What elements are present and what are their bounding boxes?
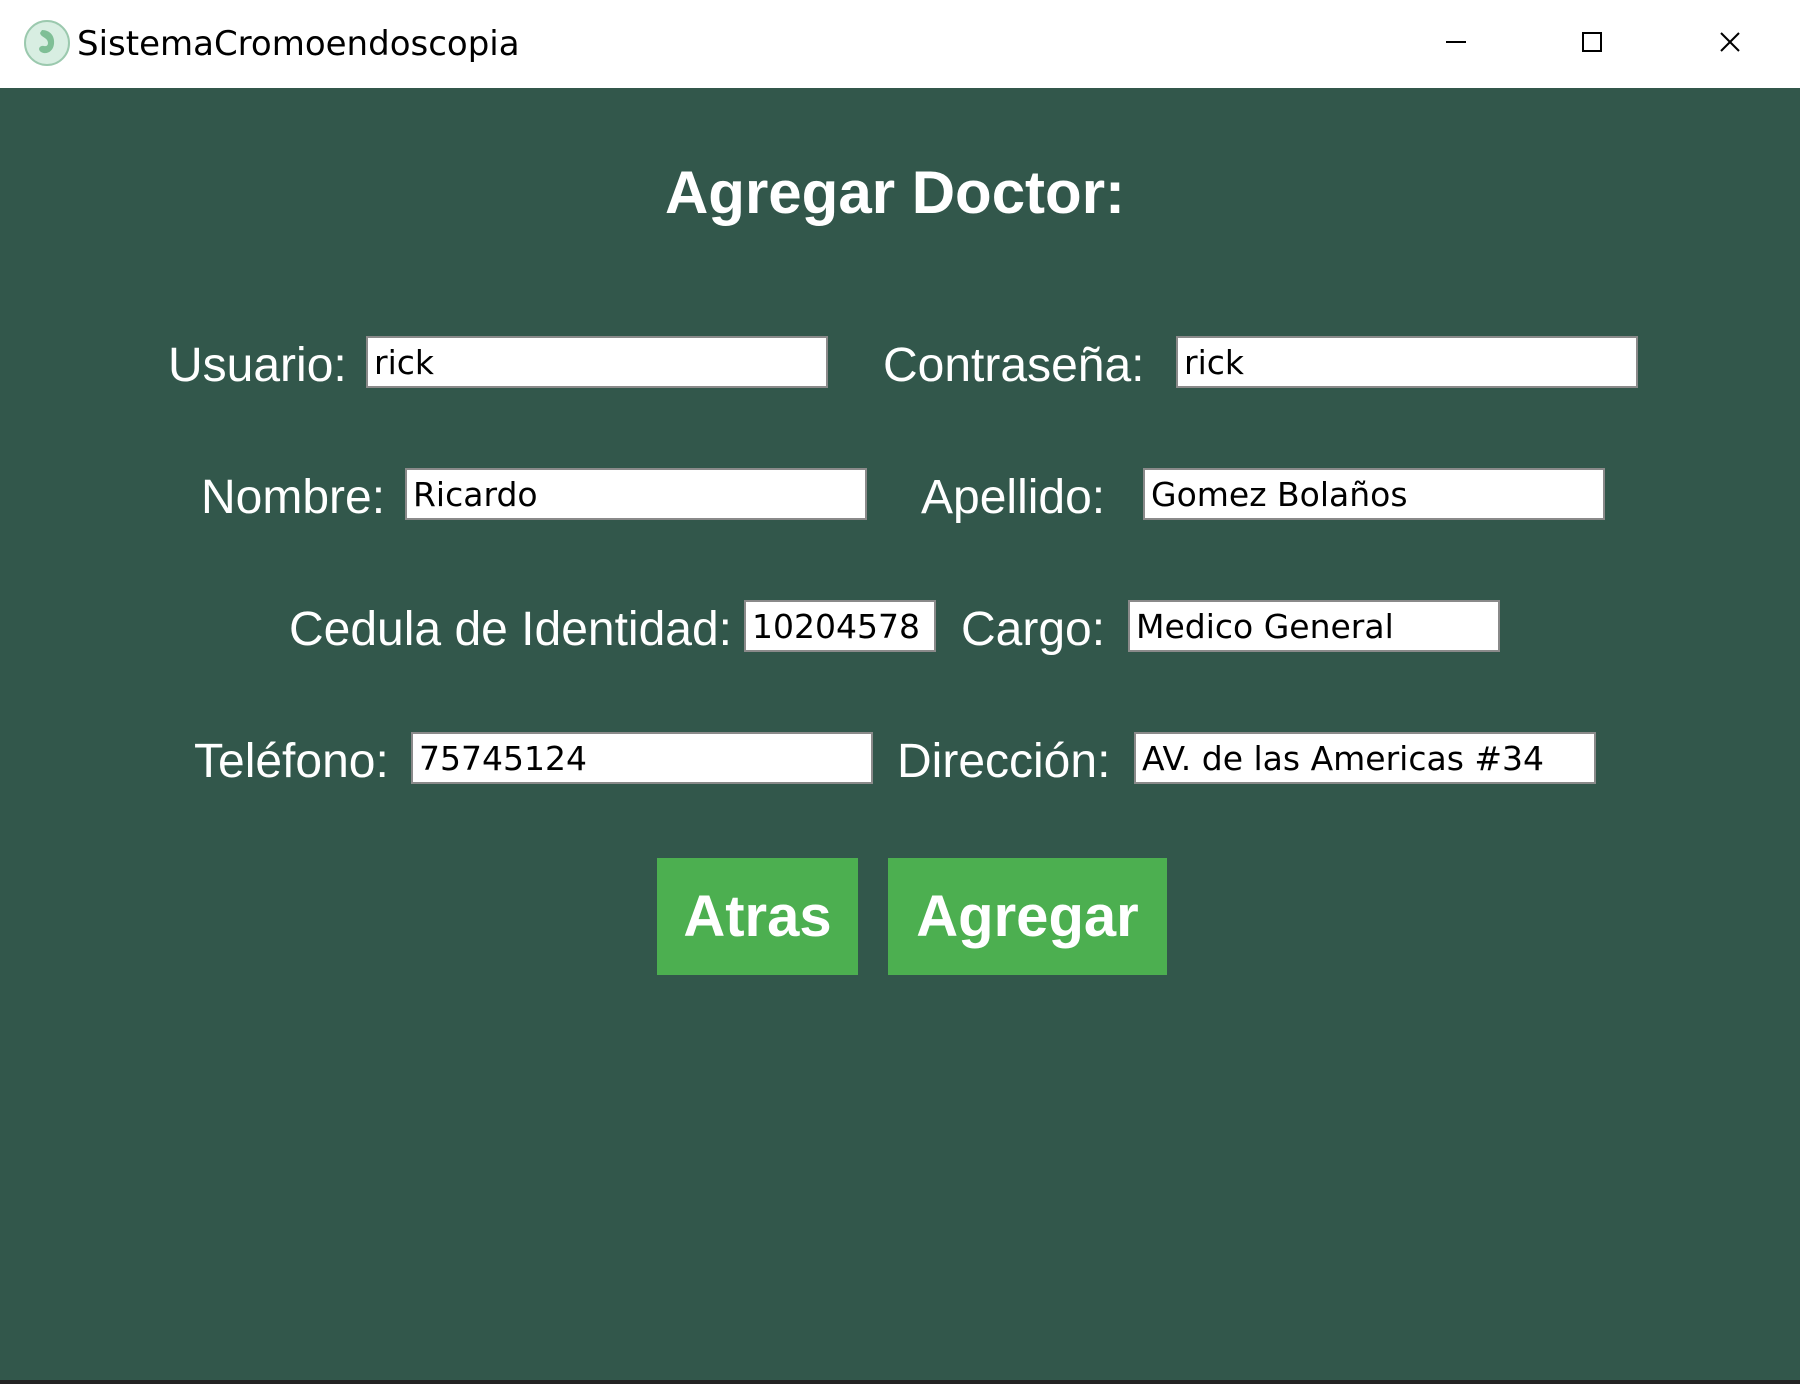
usuario-field[interactable] xyxy=(366,336,828,388)
cargo-field[interactable] xyxy=(1128,600,1500,652)
maximize-button[interactable] xyxy=(1523,0,1661,84)
minimize-button[interactable] xyxy=(1387,0,1525,84)
form-panel: Agregar Doctor: Usuario: Contraseña: Nom… xyxy=(0,88,1800,1384)
cedula-field[interactable] xyxy=(744,600,936,652)
telefono-label: Teléfono: xyxy=(194,735,389,788)
window-title: SistemaCromoendoscopia xyxy=(77,24,520,64)
cargo-label: Cargo: xyxy=(961,603,1106,656)
stomach-app-icon xyxy=(24,20,70,66)
usuario-label: Usuario: xyxy=(168,339,347,392)
app-window: SistemaCromoendoscopia Agregar Doctor: U… xyxy=(0,0,1800,1384)
contrasena-label: Contraseña: xyxy=(883,339,1145,392)
minimize-icon xyxy=(1446,41,1466,43)
apellido-field[interactable] xyxy=(1143,468,1605,520)
direccion-label: Dirección: xyxy=(897,735,1111,788)
bottom-edge xyxy=(0,1380,1800,1384)
nombre-field[interactable] xyxy=(405,468,867,520)
maximize-icon xyxy=(1582,32,1602,52)
close-button[interactable] xyxy=(1661,0,1799,84)
cedula-label: Cedula de Identidad: xyxy=(289,603,733,656)
close-icon xyxy=(1720,32,1740,52)
page-title: Agregar Doctor: xyxy=(664,159,1126,226)
nombre-label: Nombre: xyxy=(201,471,386,524)
telefono-field[interactable] xyxy=(411,732,873,784)
direccion-field[interactable] xyxy=(1134,732,1596,784)
add-button[interactable]: Agregar xyxy=(888,858,1167,975)
title-bar[interactable]: SistemaCromoendoscopia xyxy=(0,0,1800,88)
back-button[interactable]: Atras xyxy=(657,858,858,975)
contrasena-field[interactable] xyxy=(1176,336,1638,388)
apellido-label: Apellido: xyxy=(921,471,1106,524)
